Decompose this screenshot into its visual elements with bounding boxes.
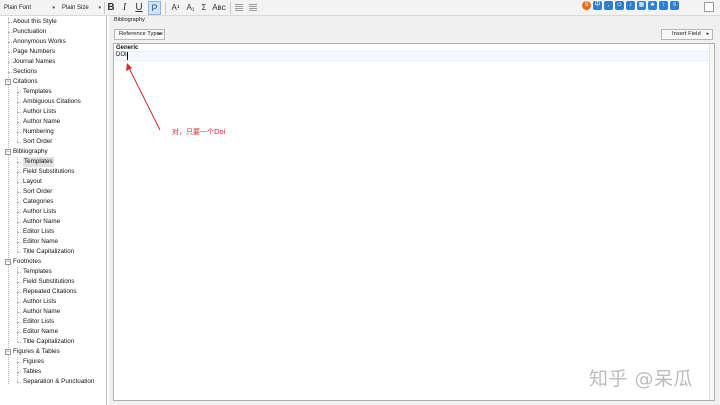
annotation-arrow — [126, 63, 161, 131]
annotation-note: 对，只要一个Doi — [172, 128, 226, 136]
watermark: 知乎 @呆瓜 — [589, 368, 694, 390]
